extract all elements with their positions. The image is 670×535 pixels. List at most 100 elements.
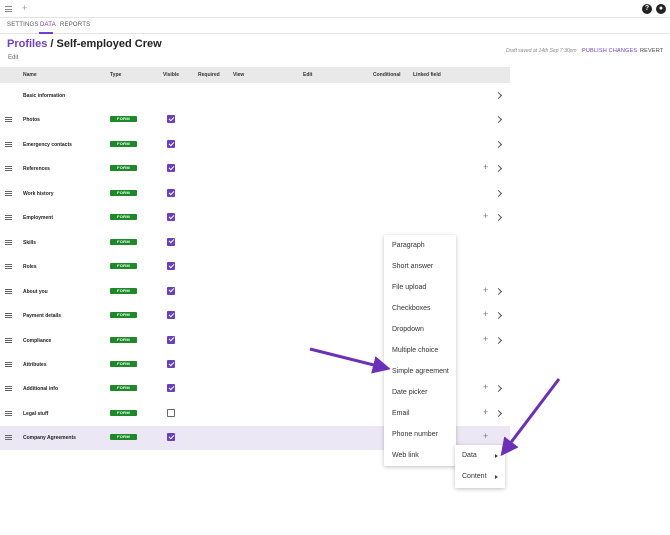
table-row[interactable]: References FORM + [0, 157, 510, 181]
visible-checkbox[interactable] [167, 164, 175, 173]
drag-handle-icon[interactable] [5, 141, 12, 147]
drag-handle-icon[interactable] [5, 239, 12, 245]
publish-changes-button[interactable]: PUBLISH CHANGES [582, 48, 637, 54]
visible-checkbox[interactable] [167, 335, 175, 344]
add-icon[interactable]: + [22, 3, 27, 13]
table-row[interactable]: Basic information [0, 84, 510, 108]
chevron-right-icon[interactable] [494, 214, 503, 222]
menu-item-paragraph[interactable]: Paragraph [392, 242, 425, 249]
drag-handle-icon[interactable] [5, 264, 12, 270]
visible-checkbox[interactable] [167, 188, 175, 197]
edit-link[interactable]: Edit [8, 55, 18, 61]
add-field-icon[interactable]: + [483, 212, 488, 221]
submenu-item-content[interactable]: Content [462, 473, 487, 480]
visible-checkbox[interactable] [167, 286, 175, 295]
add-field-icon[interactable]: + [483, 407, 488, 417]
menu-item-email[interactable]: Email [392, 410, 410, 417]
column-header-visible: Visible [163, 72, 180, 78]
row-name: Work history [23, 190, 54, 197]
row-name: Legal stuff [23, 410, 49, 417]
menu-item-phone-number[interactable]: Phone number [392, 431, 438, 438]
arrow-to-data-submenu [500, 378, 561, 457]
column-header-type: Type [110, 72, 122, 78]
tab-reports[interactable]: REPORTS [60, 22, 90, 28]
table-row[interactable]: Work history FORM [0, 182, 510, 206]
type-badge: FORM [110, 287, 137, 294]
drag-handle-icon[interactable] [5, 288, 12, 294]
add-submenu: Data Content [455, 445, 505, 488]
field-type-menu: Paragraph Short answer File upload Checkbox… [384, 235, 456, 466]
type-badge: FORM [110, 409, 137, 416]
type-badge: FORM [110, 214, 137, 221]
visible-checkbox[interactable] [167, 139, 175, 148]
add-field-icon[interactable]: + [483, 285, 488, 295]
type-badge: FORM [110, 385, 137, 392]
add-field-icon[interactable]: + [483, 310, 488, 319]
drag-handle-icon[interactable] [5, 190, 12, 196]
menu-item-short-answer[interactable]: Short answer [392, 263, 433, 270]
add-field-icon[interactable]: + [483, 383, 488, 392]
type-badge: FORM [110, 116, 137, 123]
submenu-arrow-icon [495, 475, 498, 479]
row-name: Attributes [23, 361, 47, 368]
add-field-icon[interactable]: + [483, 163, 488, 172]
menu-item-web-link[interactable]: Web link [392, 452, 419, 459]
notification-icon[interactable]: ● [656, 4, 666, 14]
menu-item-multiple-choice[interactable]: Multiple choice [392, 347, 438, 354]
breadcrumb-link-profiles[interactable]: Profiles [7, 38, 47, 50]
chevron-right-icon[interactable] [494, 165, 503, 173]
page-title: Self-employed Crew [56, 38, 162, 50]
chevron-right-icon[interactable] [494, 409, 503, 417]
drag-handle-icon[interactable] [5, 337, 12, 343]
drag-handle-icon[interactable] [5, 166, 12, 172]
tab-settings[interactable]: SETTINGS [7, 22, 39, 28]
help-icon[interactable]: ? [642, 4, 652, 14]
add-field-icon[interactable]: + [483, 432, 488, 441]
visible-checkbox[interactable] [167, 384, 175, 393]
visible-checkbox[interactable] [167, 311, 175, 320]
chevron-right-icon[interactable] [494, 385, 503, 393]
table-row[interactable]: Employment FORM + [0, 206, 510, 230]
type-badge: FORM [110, 434, 137, 441]
visible-checkbox[interactable] [167, 408, 175, 417]
drag-handle-icon[interactable] [5, 435, 12, 441]
chevron-right-icon[interactable] [494, 116, 503, 124]
chevron-right-icon[interactable] [494, 312, 503, 320]
menu-item-dropdown[interactable]: Dropdown [392, 326, 424, 333]
chevron-right-icon[interactable] [494, 91, 503, 100]
visible-checkbox[interactable] [167, 433, 175, 442]
active-tab-indicator [39, 32, 53, 34]
menu-icon[interactable] [5, 6, 12, 12]
add-field-icon[interactable]: + [483, 334, 488, 344]
drag-handle-icon[interactable] [5, 410, 12, 416]
table-row[interactable]: Photos FORM [0, 108, 510, 132]
drag-handle-icon[interactable] [5, 361, 12, 367]
menu-item-date-picker[interactable]: Date picker [392, 389, 427, 396]
drag-handle-icon[interactable] [5, 215, 12, 221]
visible-checkbox[interactable] [167, 359, 175, 368]
draft-status: Draft saved at 14th Sep 7:30pm [506, 48, 577, 54]
drag-handle-icon[interactable] [5, 117, 12, 123]
top-bar: + ? ● [0, 0, 670, 18]
visible-checkbox[interactable] [167, 115, 175, 124]
menu-item-simple-agreement[interactable]: Simple agreement [392, 368, 449, 375]
chevron-right-icon[interactable] [494, 189, 503, 197]
type-badge: FORM [110, 189, 137, 196]
row-name: Payment details [23, 313, 62, 320]
menu-item-checkboxes[interactable]: Checkboxes [392, 305, 431, 312]
column-header-edit: Edit [303, 72, 313, 78]
chevron-right-icon[interactable] [494, 140, 503, 148]
chevron-right-icon[interactable] [494, 287, 503, 295]
drag-handle-icon[interactable] [5, 386, 12, 392]
visible-checkbox[interactable] [167, 237, 175, 246]
drag-handle-icon[interactable] [5, 313, 12, 319]
table-row[interactable]: Emergency contacts FORM [0, 133, 510, 157]
submenu-item-data[interactable]: Data [462, 452, 477, 459]
row-name: Skills [23, 239, 37, 246]
visible-checkbox[interactable] [167, 213, 175, 222]
tab-data[interactable]: DATA [40, 22, 56, 28]
visible-checkbox[interactable] [167, 262, 175, 271]
menu-item-file-upload[interactable]: File upload [392, 284, 426, 291]
chevron-right-icon[interactable] [494, 336, 503, 344]
revert-button[interactable]: REVERT [640, 48, 663, 54]
